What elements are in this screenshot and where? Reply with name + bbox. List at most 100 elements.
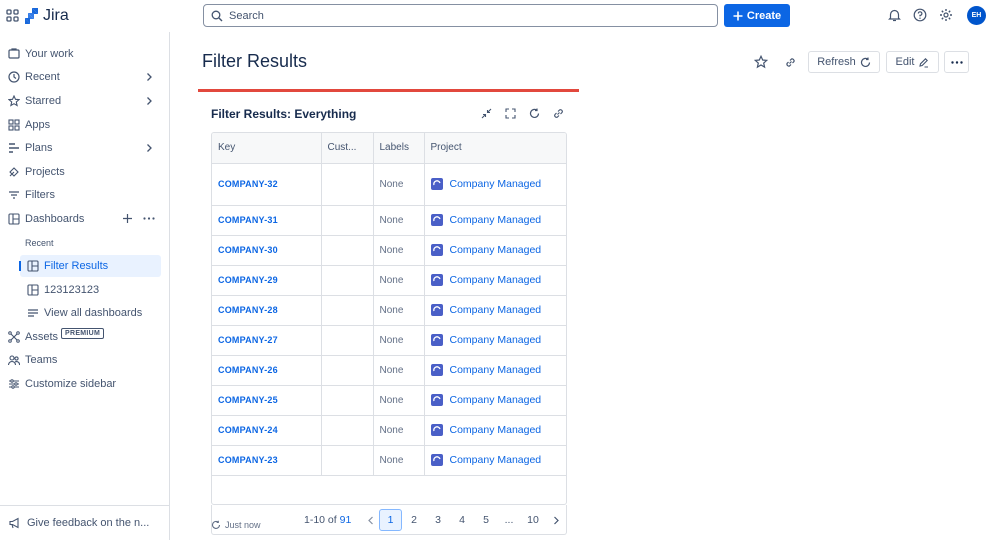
minimize-icon[interactable] (479, 106, 493, 120)
sidebar-item-plans[interactable]: Plans (0, 137, 169, 159)
sidebar-item-filters[interactable]: Filters (0, 184, 169, 206)
table-row[interactable]: COMPANY-23 None Company Managed (212, 445, 567, 476)
sidebar-item-teams[interactable]: Teams (0, 349, 169, 371)
issue-key-cell: COMPANY-25 (212, 385, 322, 416)
issue-key-cell: COMPANY-26 (212, 355, 322, 386)
project-name: Company Managed (449, 214, 542, 226)
recent-dashboards-caption: Recent (25, 238, 54, 248)
project-link[interactable]: Company Managed (430, 214, 567, 226)
column-header-key[interactable]: Key (212, 133, 322, 164)
sidebar-item-assets[interactable]: Assets PREMIUM (0, 326, 169, 348)
issue-key-link[interactable]: COMPANY-27 (218, 335, 278, 345)
issue-key-cell: COMPANY-29 (212, 265, 322, 296)
refresh-button[interactable]: Refresh (808, 51, 880, 73)
page-5[interactable]: 5 (480, 509, 492, 531)
search-box[interactable] (203, 4, 718, 27)
issue-key-link[interactable]: COMPANY-25 (218, 395, 278, 405)
more-options-icon[interactable] (143, 217, 155, 220)
project-name: Company Managed (449, 334, 542, 346)
project-link[interactable]: Company Managed (430, 364, 567, 376)
sidebar-item-your-work[interactable]: Your work (0, 43, 169, 65)
issue-key-link[interactable]: COMPANY-23 (218, 455, 278, 465)
sidebar-item-projects[interactable]: Projects (0, 161, 169, 183)
app-switcher-icon[interactable] (6, 9, 19, 22)
project-cell: Company Managed (424, 205, 567, 236)
table-row[interactable]: COMPANY-28 None Company Managed (212, 295, 567, 326)
project-link[interactable]: Company Managed (430, 304, 567, 316)
labels-cell: None (373, 445, 425, 476)
page-3[interactable]: 3 (432, 509, 444, 531)
next-page-icon[interactable] (550, 509, 562, 531)
page-1[interactable]: 1 (379, 509, 402, 531)
sidebar-item-recent[interactable]: Recent (0, 66, 169, 88)
link-icon[interactable] (551, 106, 565, 120)
project-cell: Company Managed (424, 235, 567, 266)
sidebar: Your work Recent Starred Apps Plans Proj… (0, 32, 170, 540)
sidebar-item-apps[interactable]: Apps (0, 114, 169, 136)
table-row[interactable]: COMPANY-26 None Company Managed (212, 355, 567, 386)
help-icon[interactable] (912, 7, 928, 23)
dashboard-item-123123123[interactable]: 123123123 (20, 279, 161, 301)
column-header-project[interactable]: Project (424, 133, 566, 164)
project-avatar-icon (430, 394, 443, 406)
star-icon[interactable] (753, 54, 769, 70)
chevron-right-icon[interactable] (144, 72, 154, 82)
create-button[interactable]: Create (724, 4, 790, 27)
project-link[interactable]: Company Managed (430, 454, 567, 466)
project-link[interactable]: Company Managed (430, 334, 567, 346)
issue-key-cell: COMPANY-30 (212, 235, 322, 266)
project-link[interactable]: Company Managed (430, 178, 567, 190)
settings-gear-icon[interactable] (938, 7, 954, 23)
copy-link-icon[interactable] (782, 54, 798, 70)
project-link[interactable]: Company Managed (430, 424, 567, 436)
project-link[interactable]: Company Managed (430, 274, 567, 286)
issue-key-link[interactable]: COMPANY-29 (218, 275, 278, 285)
project-link[interactable]: Company Managed (430, 394, 567, 406)
page-4[interactable]: 4 (456, 509, 468, 531)
chevron-right-icon[interactable] (144, 143, 154, 153)
jira-logo-icon (25, 8, 39, 24)
more-actions-button[interactable] (944, 51, 969, 73)
list-icon (27, 307, 39, 319)
table-row[interactable]: COMPANY-24 None Company Managed (212, 415, 567, 446)
jira-logo[interactable]: Jira (25, 7, 69, 25)
sidebar-item-starred[interactable]: Starred (0, 90, 169, 112)
fullscreen-icon[interactable] (503, 106, 517, 120)
project-name: Company Managed (449, 304, 542, 316)
notifications-bell-icon[interactable] (886, 7, 902, 23)
refresh-icon[interactable] (527, 106, 541, 120)
search-input[interactable] (229, 9, 629, 22)
chevron-right-icon[interactable] (144, 96, 154, 106)
give-feedback-button[interactable]: Give feedback on the n... (0, 505, 169, 540)
project-cell: Company Managed (424, 445, 567, 476)
issue-key-link[interactable]: COMPANY-24 (218, 425, 278, 435)
table-row[interactable]: COMPANY-29 None Company Managed (212, 265, 567, 296)
pagination-total[interactable]: 91 (340, 514, 352, 526)
issue-key-link[interactable]: COMPANY-28 (218, 305, 278, 315)
previous-page-icon[interactable] (365, 509, 377, 531)
custom-field-cell (321, 163, 374, 206)
column-header-custom[interactable]: Cust... (321, 133, 374, 164)
page-2[interactable]: 2 (408, 509, 420, 531)
table-row[interactable]: COMPANY-27 None Company Managed (212, 325, 567, 356)
add-dashboard-icon[interactable] (122, 213, 133, 224)
issue-key-link[interactable]: COMPANY-30 (218, 245, 278, 255)
issue-key-link[interactable]: COMPANY-32 (218, 179, 278, 189)
project-link[interactable]: Company Managed (430, 244, 567, 256)
project-cell: Company Managed (424, 385, 567, 416)
user-avatar[interactable]: EH (967, 6, 986, 25)
edit-button[interactable]: Edit (886, 51, 939, 73)
sidebar-item-dashboards[interactable]: Dashboards (0, 208, 169, 230)
table-row[interactable]: COMPANY-31 None Company Managed (212, 205, 567, 236)
view-all-dashboards[interactable]: View all dashboards (20, 302, 161, 324)
sidebar-item-customize[interactable]: Customize sidebar (0, 373, 169, 395)
table-row[interactable]: COMPANY-32 None Company Managed (212, 163, 567, 206)
column-header-labels[interactable]: Labels (373, 133, 425, 164)
page-10[interactable]: 10 (524, 509, 542, 531)
last-updated-text: Just now (225, 520, 261, 530)
dashboard-item-filter-results[interactable]: Filter Results (19, 255, 161, 277)
table-row[interactable]: COMPANY-30 None Company Managed (212, 235, 567, 266)
table-row[interactable]: COMPANY-25 None Company Managed (212, 385, 567, 416)
issue-key-link[interactable]: COMPANY-31 (218, 215, 278, 225)
issue-key-link[interactable]: COMPANY-26 (218, 365, 278, 375)
